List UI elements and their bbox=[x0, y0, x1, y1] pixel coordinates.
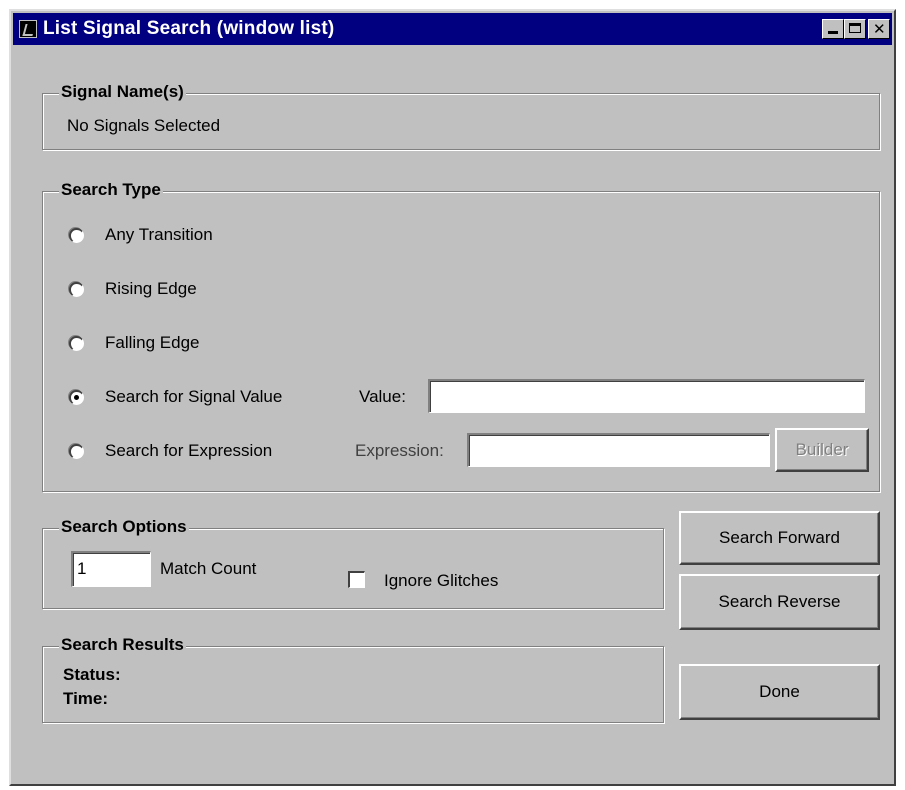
search-options-legend: Search Options bbox=[59, 517, 189, 537]
radio-falling-edge[interactable] bbox=[69, 336, 84, 351]
time-label: Time: bbox=[63, 689, 109, 708]
radio-any-transition-label[interactable]: Any Transition bbox=[105, 225, 213, 245]
ignore-glitches-label[interactable]: Ignore Glitches bbox=[384, 571, 498, 591]
search-options-group: Search Options 1 Match Count Ignore Glit… bbox=[42, 517, 664, 609]
list-signal-search-dialog: List Signal Search (window list) Signal … bbox=[9, 9, 896, 786]
radio-rising-edge-label[interactable]: Rising Edge bbox=[105, 279, 197, 299]
search-type-group: Search Type Any Transition Rising Edge F… bbox=[42, 180, 880, 492]
close-button[interactable] bbox=[868, 19, 890, 39]
search-type-legend: Search Type bbox=[59, 180, 163, 200]
radio-expression[interactable] bbox=[69, 444, 84, 459]
signal-names-value: No Signals Selected bbox=[67, 116, 221, 135]
search-results-group: Search Results Status: Time: bbox=[42, 635, 664, 723]
minimize-button[interactable] bbox=[822, 19, 844, 39]
title-bar[interactable]: List Signal Search (window list) bbox=[13, 13, 892, 45]
signal-names-group: Signal Name(s) No Signals Selected bbox=[42, 82, 880, 150]
search-results-legend: Search Results bbox=[59, 635, 186, 655]
expression-label: Expression: bbox=[355, 441, 444, 460]
app-icon[interactable] bbox=[19, 20, 37, 38]
value-label: Value: bbox=[359, 387, 406, 406]
ignore-glitches-checkbox[interactable] bbox=[348, 571, 365, 588]
builder-button[interactable]: Builder bbox=[775, 428, 869, 472]
radio-signal-value-label[interactable]: Search for Signal Value bbox=[105, 387, 282, 407]
window-title: List Signal Search (window list) bbox=[43, 18, 335, 39]
radio-signal-value[interactable] bbox=[69, 390, 84, 405]
search-forward-button[interactable]: Search Forward bbox=[679, 511, 880, 565]
expression-input[interactable] bbox=[467, 433, 770, 467]
radio-any-transition[interactable] bbox=[69, 228, 84, 243]
value-input[interactable] bbox=[428, 379, 865, 413]
status-label: Status: bbox=[63, 665, 121, 684]
maximize-button[interactable] bbox=[844, 19, 866, 39]
match-count-input[interactable]: 1 bbox=[71, 551, 151, 587]
done-button[interactable]: Done bbox=[679, 664, 880, 720]
signal-names-legend: Signal Name(s) bbox=[59, 82, 186, 102]
radio-falling-edge-label[interactable]: Falling Edge bbox=[105, 333, 200, 353]
match-count-label: Match Count bbox=[160, 559, 257, 578]
radio-expression-label[interactable]: Search for Expression bbox=[105, 441, 272, 461]
radio-rising-edge[interactable] bbox=[69, 282, 84, 297]
search-reverse-button[interactable]: Search Reverse bbox=[679, 574, 880, 630]
